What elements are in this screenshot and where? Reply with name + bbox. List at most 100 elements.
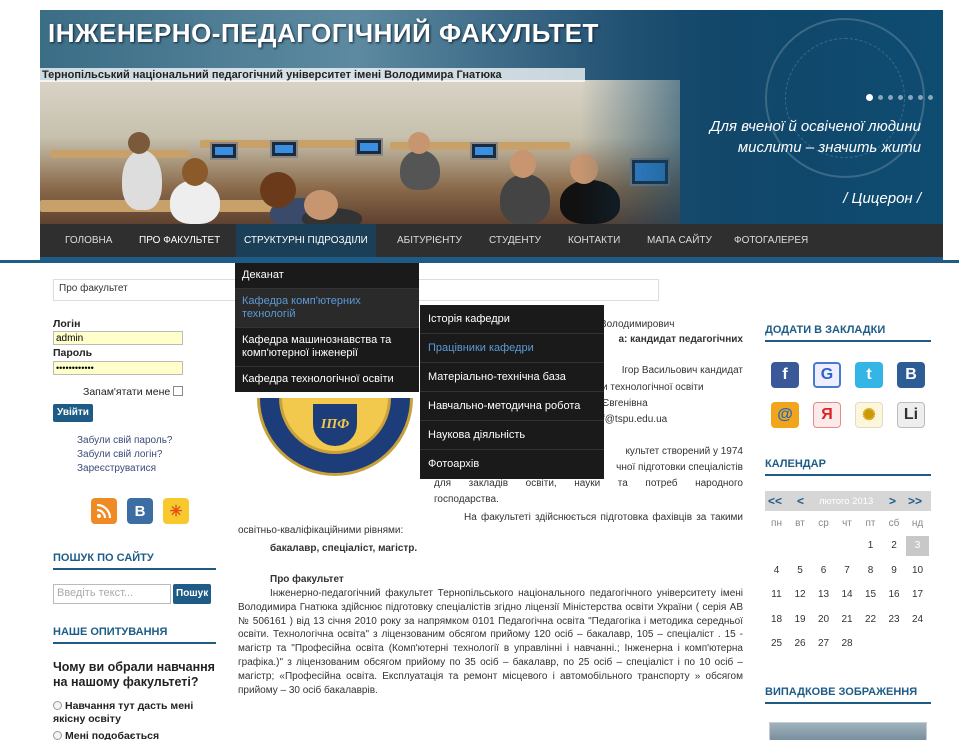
nav-item-about[interactable]: ПРО ФАКУЛЬТЕТ — [139, 224, 220, 257]
facebook-icon[interactable]: f — [771, 362, 799, 388]
calendar-day[interactable]: 11 — [765, 589, 788, 600]
twitter-icon[interactable]: t — [855, 362, 883, 388]
submenu-item-staff[interactable]: Працівники кафедри — [420, 334, 604, 363]
nav-item-sitemap[interactable]: МАПА САЙТУ — [647, 224, 712, 257]
calendar-weekday: ср — [818, 518, 829, 529]
calendar-day[interactable]: 27 — [812, 638, 835, 649]
submenu-item-methodology[interactable]: Навчально-методична робота — [420, 392, 604, 421]
calendar-day[interactable]: 15 — [859, 589, 882, 600]
calendar-today[interactable]: 3 — [906, 536, 929, 556]
remember-me-checkbox[interactable] — [173, 386, 184, 396]
google-icon[interactable]: G — [813, 362, 841, 388]
slider-dot[interactable] — [866, 94, 873, 101]
submenu-item-photo-archive[interactable]: Фотоархів — [420, 450, 604, 479]
about-heading: Про факультет — [270, 574, 344, 585]
search-button[interactable]: Пошук — [173, 584, 212, 604]
search-input[interactable]: Введіть текст... — [53, 584, 171, 604]
calendar-day[interactable]: 24 — [906, 614, 929, 625]
poll-option-label: Мені подобається — [65, 730, 160, 740]
calendar-weekday: пн — [771, 518, 782, 529]
poll-radio[interactable] — [53, 701, 62, 710]
poll-radio[interactable] — [53, 731, 62, 740]
slider-dot[interactable] — [928, 95, 933, 100]
slider-dot[interactable] — [888, 95, 893, 100]
slider-dot[interactable] — [908, 95, 913, 100]
register-link[interactable]: Зареєструватися — [77, 462, 172, 476]
calendar-day[interactable]: 21 — [836, 614, 859, 625]
calendar-day[interactable]: 26 — [789, 638, 812, 649]
login-button[interactable]: Увійти — [53, 404, 93, 422]
calendar-weekday: вт — [795, 518, 805, 529]
calendar-prev-year[interactable]: << — [768, 494, 782, 508]
vkontakte-icon[interactable]: B — [127, 498, 153, 524]
ukrnet-bookmark-icon[interactable]: ✺ — [855, 402, 883, 428]
calendar-next-month[interactable]: > — [889, 494, 896, 508]
about-paragraph: Інженерно-педагогічний факультет Тернопі… — [238, 588, 743, 696]
rss-icon[interactable] — [91, 498, 117, 524]
poll-option[interactable]: Мені подобається — [53, 730, 223, 740]
ukrnet-icon[interactable]: ✳ — [163, 498, 189, 524]
calendar-day[interactable]: 8 — [859, 565, 882, 576]
forgot-password-link[interactable]: Забули свій пароль? — [77, 434, 172, 448]
submenu-item-facilities[interactable]: Матеріально-технічна база — [420, 363, 604, 392]
calendar-day[interactable]: 16 — [883, 589, 906, 600]
nav-item-contacts[interactable]: КОНТАКТИ — [568, 224, 620, 257]
calendar-day[interactable]: 10 — [906, 565, 929, 576]
submenu-item-research[interactable]: Наукова діяльність — [420, 421, 604, 450]
calendar-day[interactable]: 4 — [765, 565, 788, 576]
poll-option[interactable]: Навчання тут дасть мені якісну освіту — [53, 700, 223, 726]
password-field[interactable]: •••••••••••• — [53, 361, 183, 375]
content-paragraph: На факультеті здійснюється підготовка фа… — [238, 512, 743, 536]
calendar-day[interactable]: 22 — [859, 614, 882, 625]
nav-item-structural-units[interactable]: СТРУКТУРНІ ПІДРОЗДІЛИ — [236, 224, 376, 257]
calendar-day[interactable]: 20 — [812, 614, 835, 625]
yandex-icon[interactable]: Я — [813, 402, 841, 428]
calendar-day[interactable]: 19 — [789, 614, 812, 625]
submenu-item-history[interactable]: Історія кафедри — [420, 305, 604, 334]
calendar-day[interactable]: 17 — [906, 589, 929, 600]
nav-item-home[interactable]: ГОЛОВНА — [65, 224, 112, 257]
nav-item-applicants[interactable]: АБІТУРІЄНТУ — [397, 224, 462, 257]
vkontakte-bookmark-icon[interactable]: B — [897, 362, 925, 388]
nav-item-students[interactable]: СТУДЕНТУ — [489, 224, 541, 257]
slider-dot[interactable] — [898, 95, 903, 100]
dropdown-item-computer-tech[interactable]: Кафедра комп'ютерних технологій — [235, 289, 419, 328]
remember-me: Запам'ятати мене — [83, 386, 184, 398]
forgot-login-link[interactable]: Забули свій логін? — [77, 448, 172, 462]
calendar-day[interactable]: 1 — [859, 540, 882, 551]
slider-dots[interactable] — [866, 94, 933, 101]
random-image[interactable] — [769, 722, 927, 740]
calendar-weekday: пт — [865, 518, 876, 529]
calendar-day[interactable]: 14 — [836, 589, 859, 600]
calendar-day[interactable]: 28 — [836, 638, 859, 649]
calendar-prev-month[interactable]: < — [797, 494, 804, 508]
faculty-emblem: ІПФ — [253, 398, 415, 480]
calendar-day[interactable]: 7 — [836, 565, 859, 576]
slider-dot[interactable] — [878, 95, 883, 100]
dropdown-item-mechanical[interactable]: Кафедра машинознавства та комп'ютерної і… — [235, 328, 419, 367]
liveinternet-icon[interactable]: Li — [897, 402, 925, 428]
calendar-day[interactable]: 25 — [765, 638, 788, 649]
calendar-day[interactable]: 18 — [765, 614, 788, 625]
structural-units-dropdown: Деканат Кафедра комп'ютерних технологій … — [235, 263, 419, 392]
calendar-day[interactable]: 6 — [812, 565, 835, 576]
calendar-next-year[interactable]: >> — [908, 494, 922, 508]
quote-line: Для вченої й освіченої людини — [709, 118, 921, 135]
calendar-day[interactable]: 13 — [812, 589, 835, 600]
calendar-day[interactable]: 12 — [789, 589, 812, 600]
login-field[interactable]: admin — [53, 331, 183, 345]
calendar-day[interactable]: 5 — [789, 565, 812, 576]
mail-icon[interactable]: @ — [771, 402, 799, 428]
social-links: B ✳ — [91, 498, 189, 524]
calendar-day[interactable]: 23 — [883, 614, 906, 625]
email-link[interactable]: f@tspu.edu.ua — [602, 413, 667, 426]
dropdown-item-deanery[interactable]: Деканат — [235, 263, 419, 289]
dropdown-item-tech-education[interactable]: Кафедра технологічної освіти — [235, 367, 419, 392]
calendar-day[interactable]: 9 — [883, 565, 906, 576]
calendar-day[interactable]: 2 — [883, 540, 906, 551]
slider-dot[interactable] — [918, 95, 923, 100]
content-text: Володимирович — [600, 319, 675, 330]
site-title[interactable]: ІНЖЕНЕРНО-ПЕДАГОГІЧНИЙ ФАКУЛЬТЕТ — [48, 18, 599, 49]
banner-quote: Для вченої й освіченої людини мислити – … — [710, 116, 921, 158]
nav-item-gallery[interactable]: ФОТОГАЛЕРЕЯ — [734, 224, 808, 257]
